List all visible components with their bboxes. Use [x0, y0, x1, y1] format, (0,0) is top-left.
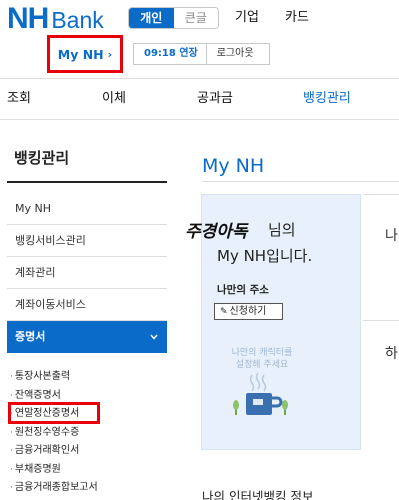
session-box: 09:18 연장 로그아웃	[133, 43, 270, 65]
right-panel-label: 하	[385, 346, 398, 362]
my-nh-button[interactable]: My NH ›	[47, 35, 123, 73]
chevron-right-icon: ›	[107, 47, 113, 61]
logout-button[interactable]: 로그아웃	[207, 44, 254, 64]
nh-bank-logo[interactable]: NH Bank	[7, 4, 104, 34]
sub-item-transaction-confirmation[interactable]: · 금융거래확인서	[10, 442, 160, 461]
my-nh-label: My NH	[57, 46, 104, 62]
gnb-bills[interactable]: 공과금	[197, 79, 233, 119]
greeting-suffix: 님의	[268, 221, 296, 239]
right-panel-divider	[363, 320, 399, 321]
session-extend-button[interactable]: 09:18 연장	[134, 44, 207, 64]
sidebar-item-account-transfer[interactable]: 계좌이동서비스	[7, 289, 167, 321]
address-title: 나만의 주소	[217, 284, 269, 296]
page-title: My NH	[202, 155, 265, 177]
sidebar-item-label: 증명서	[15, 330, 46, 343]
logo-bank-text: Bank	[51, 7, 104, 33]
character-prompt[interactable]: 나만의 캐릭터를 설정해 주세요	[222, 347, 302, 371]
sub-item-debt-certificate[interactable]: · 부채증명원	[10, 461, 160, 480]
gnb-inquiry[interactable]: 조회	[7, 79, 31, 119]
sub-item-label: 원천징수영수증	[14, 426, 80, 438]
character-prompt-line: 설정해 주세요	[235, 360, 289, 370]
sidebar-item-certificates[interactable]: 증명서	[7, 321, 167, 353]
gnb-banking-management[interactable]: 뱅킹관리	[303, 79, 351, 119]
sub-item-label: 부채증명원	[14, 463, 61, 475]
user-name: 주경아독	[185, 222, 248, 242]
sub-item-bankbook-copy[interactable]: · 통장사본출력	[10, 368, 160, 387]
character-prompt-line: 나만의 캐릭터를	[231, 348, 293, 358]
gnb-transfer[interactable]: 이체	[102, 79, 126, 119]
chevron-down-icon	[150, 334, 158, 340]
user-type-toggle: 개인 큰글	[128, 7, 219, 29]
apply-button[interactable]: ✎ 신청하기	[214, 303, 283, 320]
greeting-line: My NH입니다.	[217, 247, 313, 265]
sub-item-label: 잔액증명서	[14, 389, 61, 401]
sidebar-item-banking-service[interactable]: 뱅킹서비스관리	[7, 225, 167, 257]
title-divider	[202, 181, 399, 182]
certificate-submenu: · 통장사본출력 · 잔액증명서 · 연말정산증명서 · 원천징수영수증 · 금융거래확인…	[10, 368, 160, 498]
corporate-link[interactable]: 기업	[235, 9, 259, 27]
card-link[interactable]: 카드	[285, 9, 309, 27]
global-nav: 조회 이체 공과금 뱅킹관리	[0, 78, 399, 120]
sidebar-item-account-management[interactable]: 계좌관리	[7, 257, 167, 289]
coffee-cup-icon	[233, 372, 288, 415]
personal-tab[interactable]: 개인	[129, 8, 174, 28]
logo-nh-text: NH	[7, 2, 49, 35]
sidebar-title: 뱅킹관리	[7, 141, 167, 183]
sub-item-label: 금융거래확인서	[14, 445, 80, 456]
large-text-tab[interactable]: 큰글	[173, 8, 218, 28]
sub-item-label: 통장사본출력	[14, 371, 71, 382]
pencil-icon: ✎	[220, 307, 228, 317]
sidebar-menu: My NH 뱅킹서비스관리 계좌관리 계좌이동서비스 증명서	[7, 193, 167, 353]
sub-item-transaction-report[interactable]: · 금융거래종합보고서	[10, 479, 160, 498]
right-panel-label: 나	[385, 228, 398, 244]
apply-button-label: 신청하기	[229, 306, 267, 317]
sidebar-item-my-nh[interactable]: My NH	[7, 193, 167, 225]
internet-banking-info-title: 나의 인터넷뱅킹 정보	[202, 489, 314, 500]
sub-item-withholding-receipt[interactable]: · 원천징수영수증	[10, 424, 160, 443]
sub-item-label: 금융거래종합보고서	[14, 482, 98, 493]
highlight-box	[8, 402, 100, 424]
